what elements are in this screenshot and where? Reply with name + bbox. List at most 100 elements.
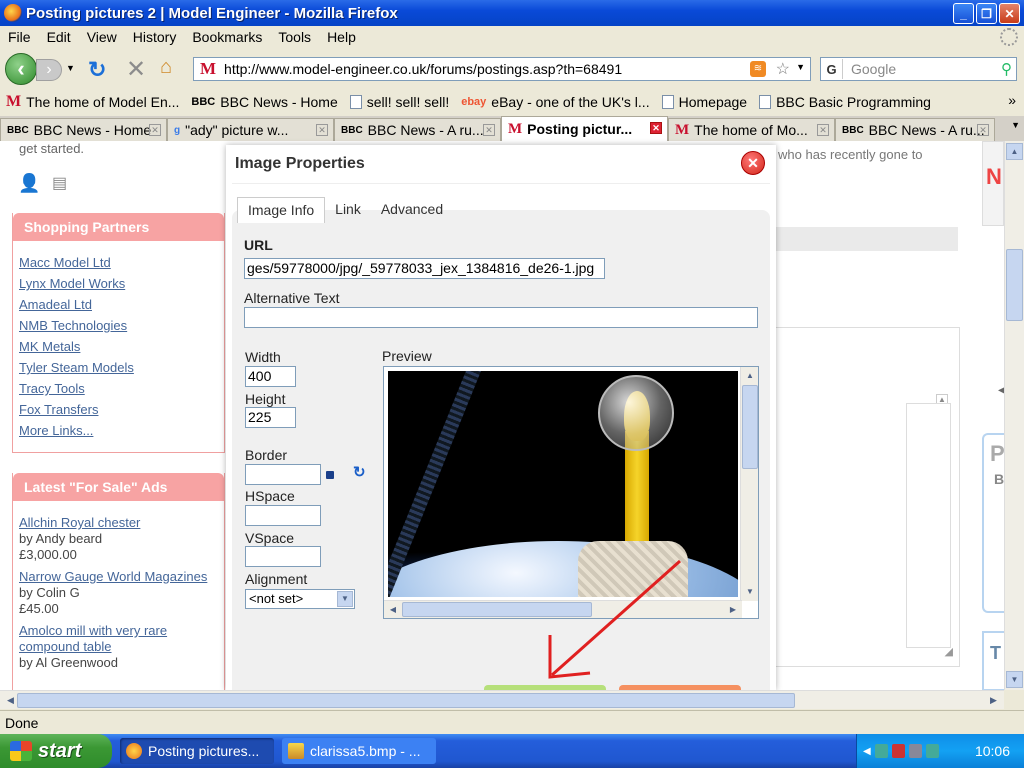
- partner-link[interactable]: Fox Transfers: [19, 402, 224, 417]
- search-icon[interactable]: ⚲: [1001, 60, 1012, 78]
- scrollbar-thumb[interactable]: [17, 693, 795, 708]
- volume-icon[interactable]: [908, 744, 922, 758]
- window-titlebar[interactable]: Posting pictures 2 | Model Engineer - Mo…: [0, 0, 1024, 26]
- scroll-up-icon[interactable]: ▲: [742, 368, 758, 384]
- clock[interactable]: 10:06: [975, 743, 1010, 759]
- side-panel[interactable]: PB: [982, 433, 1004, 613]
- scroll-down-icon[interactable]: ▼: [1006, 671, 1023, 688]
- more-links-link[interactable]: More Links...: [19, 423, 224, 438]
- preview-vertical-scrollbar[interactable]: ▲ ▼: [740, 367, 758, 601]
- list-all-tabs-icon[interactable]: ▼: [1011, 120, 1020, 130]
- back-button[interactable]: ‹: [5, 53, 37, 85]
- partner-link[interactable]: Tyler Steam Models: [19, 360, 224, 375]
- card-icon[interactable]: ▤: [52, 173, 67, 193]
- bookmark-item[interactable]: Homepage: [661, 94, 747, 110]
- chevron-down-icon[interactable]: ▼: [337, 591, 353, 607]
- url-dropdown-icon[interactable]: ▼: [796, 62, 805, 72]
- close-tab-icon[interactable]: ✕: [483, 124, 495, 136]
- menu-edit[interactable]: Edit: [39, 29, 79, 45]
- stop-button[interactable]: ✕: [126, 55, 146, 84]
- close-window-button[interactable]: ✕: [999, 3, 1020, 24]
- url-input[interactable]: ges/59778000/jpg/_59778033_jex_1384816_d…: [244, 258, 605, 279]
- tray-app-icon[interactable]: [891, 744, 905, 758]
- tab-link[interactable]: Link: [325, 197, 371, 223]
- tab[interactable]: BBC BBC News - A ru... ✕: [835, 118, 995, 141]
- menu-history[interactable]: History: [125, 29, 185, 45]
- resize-grip-icon[interactable]: ◢: [945, 645, 953, 658]
- bookmark-item[interactable]: sell! sell! sell!: [349, 94, 449, 110]
- tab[interactable]: BBC BBC News - Home ✕: [0, 118, 167, 141]
- tray-expand-icon[interactable]: ◀: [863, 746, 871, 757]
- forward-button[interactable]: ›: [36, 59, 62, 81]
- menu-bookmarks[interactable]: Bookmarks: [184, 29, 270, 45]
- tab[interactable]: M The home of Mo... ✕: [668, 118, 835, 141]
- scroll-up-icon[interactable]: ▲: [1006, 143, 1023, 160]
- bookmark-item[interactable]: BBC BBC News - Home: [191, 94, 337, 110]
- partner-link[interactable]: Macc Model Ltd: [19, 255, 224, 270]
- width-input[interactable]: 400: [245, 366, 296, 387]
- side-panel-bottom[interactable]: T: [982, 631, 1004, 690]
- scroll-right-icon[interactable]: ▶: [725, 602, 741, 618]
- tray-app-icon[interactable]: [925, 744, 939, 758]
- scroll-left-icon[interactable]: ◀: [385, 602, 401, 618]
- close-tab-icon[interactable]: ✕: [977, 124, 989, 136]
- bookmark-item[interactable]: M The home of Model En...: [6, 93, 179, 111]
- side-banner[interactable]: N: [982, 141, 1004, 226]
- rss-icon[interactable]: ≋: [750, 61, 766, 77]
- bookmark-item[interactable]: BBC Basic Programming: [759, 94, 931, 110]
- scroll-down-icon[interactable]: ▼: [742, 584, 758, 600]
- hspace-input[interactable]: [245, 505, 321, 526]
- add-friend-icon[interactable]: 👤: [18, 173, 40, 194]
- alt-text-input[interactable]: [244, 307, 758, 328]
- bookmark-star-icon[interactable]: ☆: [776, 59, 790, 79]
- menu-tools[interactable]: Tools: [270, 29, 319, 45]
- page-horizontal-scrollbar[interactable]: ◀ ▶: [0, 690, 1004, 709]
- sale-item-link[interactable]: Narrow Gauge World Magazines: [19, 569, 224, 585]
- reset-size-icon[interactable]: ↻: [353, 463, 366, 481]
- url-bar[interactable]: M http://www.model-engineer.co.uk/forums…: [193, 57, 811, 81]
- reload-button[interactable]: ↻: [88, 57, 106, 83]
- partner-link[interactable]: MK Metals: [19, 339, 224, 354]
- bookmark-item[interactable]: ebay eBay - one of the UK's l...: [461, 94, 649, 110]
- close-tab-icon[interactable]: ✕: [149, 124, 161, 136]
- close-tab-icon[interactable]: ✕: [817, 124, 829, 136]
- search-bar[interactable]: G Google ⚲: [820, 57, 1017, 81]
- partner-link[interactable]: Tracy Tools: [19, 381, 224, 396]
- taskbar-item-paint[interactable]: clarissa5.bmp - ...: [282, 738, 436, 764]
- sale-item-link[interactable]: Amolco mill with very rare compound tabl…: [19, 623, 224, 655]
- bookmarks-overflow-icon[interactable]: »: [1008, 92, 1016, 108]
- partner-link[interactable]: Amadeal Ltd: [19, 297, 224, 312]
- home-button[interactable]: ⌂: [160, 56, 172, 79]
- close-tab-icon[interactable]: ✕: [316, 124, 328, 136]
- scroll-right-icon[interactable]: ▶: [985, 692, 1002, 708]
- scrollbar-thumb[interactable]: [1006, 249, 1023, 321]
- taskbar-item-firefox[interactable]: Posting pictures...: [120, 738, 274, 764]
- url-text[interactable]: http://www.model-engineer.co.uk/forums/p…: [224, 61, 622, 77]
- partner-link[interactable]: NMB Technologies: [19, 318, 224, 333]
- close-tab-icon[interactable]: ✕: [650, 122, 662, 134]
- height-input[interactable]: 225: [245, 407, 296, 428]
- close-dialog-button[interactable]: ✕: [741, 151, 765, 175]
- page-vertical-scrollbar[interactable]: ▲ ▼: [1004, 141, 1024, 690]
- scrollbar-thumb[interactable]: [742, 385, 758, 469]
- sale-item-link[interactable]: Allchin Royal chester: [19, 515, 224, 531]
- border-input[interactable]: [245, 464, 321, 485]
- network-icon[interactable]: [874, 744, 888, 758]
- restore-button[interactable]: ❐: [976, 3, 997, 24]
- search-engine-icon[interactable]: G: [821, 59, 843, 79]
- tab[interactable]: g "ady" picture w... ✕: [167, 118, 334, 141]
- tab-image-info[interactable]: Image Info: [237, 197, 326, 223]
- menu-help[interactable]: Help: [319, 29, 364, 45]
- tab[interactable]: BBC BBC News - A ru... ✕: [334, 118, 501, 141]
- menu-file[interactable]: File: [0, 29, 39, 45]
- partner-link[interactable]: Lynx Model Works: [19, 276, 224, 291]
- editor-area[interactable]: [906, 403, 951, 648]
- lock-ratio-icon[interactable]: [326, 471, 334, 479]
- minimize-button[interactable]: _: [953, 3, 974, 24]
- tab-advanced[interactable]: Advanced: [371, 197, 453, 223]
- vspace-input[interactable]: [245, 546, 321, 567]
- tab-active[interactable]: M Posting pictur... ✕: [501, 116, 668, 141]
- menu-view[interactable]: View: [79, 29, 125, 45]
- start-button[interactable]: start: [0, 734, 112, 768]
- alignment-select[interactable]: <not set> ▼: [245, 589, 355, 609]
